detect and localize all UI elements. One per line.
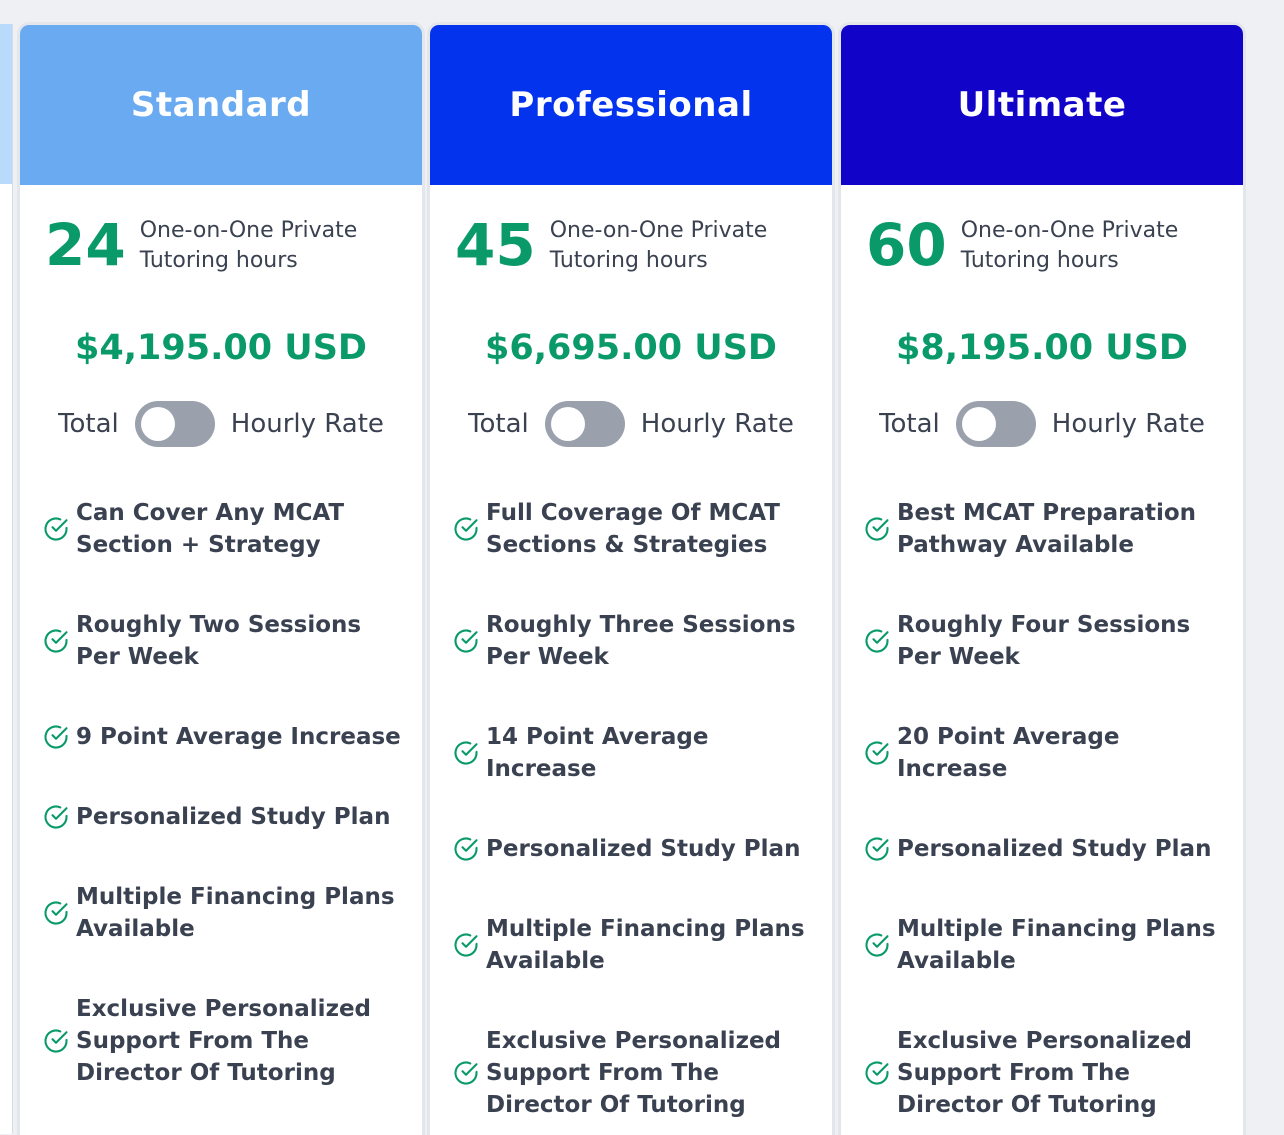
plan-price: $4,195.00 USD (75, 328, 367, 368)
previous-plan-card-edge (0, 24, 13, 1134)
feature-item: Roughly Four Sessions Per Week (863, 609, 1233, 673)
plan-title: Ultimate (957, 85, 1127, 125)
plan-title: Professional (509, 85, 753, 125)
feature-text: 9 Point Average Increase (76, 724, 401, 750)
feature-item: Personalized Study Plan (863, 833, 1233, 865)
toggle-knob (140, 407, 175, 441)
check-circle-icon (865, 517, 889, 541)
check-circle-icon (454, 517, 478, 541)
feature-text: Exclusive Personalized Support From The … (76, 996, 372, 1086)
check-circle-icon (865, 837, 889, 861)
feature-item: Multiple Financing Plans Available (42, 881, 412, 945)
price-mode-toggle-row: Total Hourly Rate (430, 401, 832, 447)
toggle-knob (961, 407, 996, 441)
previous-plan-header-edge (0, 24, 12, 184)
check-circle-icon (44, 901, 68, 925)
feature-item: Exclusive Personalized Support From The … (863, 1025, 1233, 1121)
feature-item: Multiple Financing Plans Available (452, 913, 822, 977)
feature-item: Can Cover Any MCAT Section + Strategy (42, 497, 412, 561)
check-circle-icon (44, 1029, 68, 1053)
feature-text: Personalized Study Plan (76, 804, 391, 830)
toggle-knob (550, 407, 585, 441)
toggle-label-total: Total (58, 409, 119, 439)
feature-text: Exclusive Personalized Support From The … (897, 1028, 1193, 1118)
feature-item: Multiple Financing Plans Available (863, 913, 1233, 977)
hours-count: 45 (455, 211, 536, 279)
hours-label: One-on-One Private Tutoring hours (139, 218, 358, 273)
feature-item: 14 Point Average Increase (452, 721, 822, 785)
feature-text: Multiple Financing Plans Available (486, 916, 805, 974)
check-circle-icon (44, 629, 68, 653)
feature-item: Personalized Study Plan (452, 833, 822, 865)
plan-header: Standard (20, 25, 422, 185)
toggle-label-total: Total (468, 409, 529, 439)
hours-count: 24 (45, 211, 126, 279)
feature-text: Multiple Financing Plans Available (897, 916, 1216, 974)
feature-item: Exclusive Personalized Support From The … (42, 993, 412, 1089)
feature-list: Best MCAT Preparation Pathway Available R… (863, 497, 1233, 1135)
feature-text: Personalized Study Plan (897, 836, 1212, 862)
tutoring-hours: 24 One-on-One Private Tutoring hours (45, 214, 380, 276)
feature-text: Full Coverage Of MCAT Sections & Strateg… (486, 500, 780, 558)
hours-label: One-on-One Private Tutoring hours (960, 218, 1179, 273)
plan-card-ultimate: Ultimate 60 One-on-One Private Tutoring ho… (841, 25, 1243, 1135)
feature-item: 20 Point Average Increase (863, 721, 1233, 785)
check-circle-icon (44, 725, 68, 749)
check-circle-icon (865, 1061, 889, 1085)
check-circle-icon (865, 629, 889, 653)
feature-text: Can Cover Any MCAT Section + Strategy (76, 500, 345, 558)
feature-text: Roughly Four Sessions Per Week (897, 612, 1191, 670)
hours-count: 60 (866, 211, 947, 279)
feature-text: Roughly Three Sessions Per Week (486, 612, 796, 670)
price-mode-toggle[interactable] (955, 401, 1036, 447)
check-circle-icon (454, 629, 478, 653)
plan-header: Ultimate (841, 25, 1243, 185)
toggle-label-hourly-rate: Hourly Rate (640, 409, 794, 439)
tutoring-hours: 60 One-on-One Private Tutoring hours (866, 214, 1201, 276)
toggle-label-total: Total (879, 409, 940, 439)
check-circle-icon (865, 741, 889, 765)
feature-text: Best MCAT Preparation Pathway Available (897, 500, 1196, 558)
feature-item: Exclusive Personalized Support From The … (452, 1025, 822, 1121)
feature-text: Multiple Financing Plans Available (76, 884, 395, 942)
feature-text: 14 Point Average Increase (486, 724, 709, 782)
toggle-label-hourly-rate: Hourly Rate (1051, 409, 1205, 439)
feature-text: Personalized Study Plan (486, 836, 801, 862)
feature-item: Best MCAT Preparation Pathway Available (863, 497, 1233, 561)
check-circle-icon (454, 933, 478, 957)
feature-item: Roughly Three Sessions Per Week (452, 609, 822, 673)
check-circle-icon (454, 741, 478, 765)
price-mode-toggle[interactable] (134, 401, 215, 447)
check-circle-icon (454, 1061, 478, 1085)
plan-header: Professional (430, 25, 832, 185)
feature-list: Can Cover Any MCAT Section + Strategy Rou… (42, 497, 412, 1135)
feature-text: 20 Point Average Increase (897, 724, 1120, 782)
price-mode-toggle-row: Total Hourly Rate (841, 401, 1243, 447)
tutoring-hours: 45 One-on-One Private Tutoring hours (455, 214, 790, 276)
feature-item: Full Coverage Of MCAT Sections & Strateg… (452, 497, 822, 561)
feature-item: Roughly Two Sessions Per Week (42, 609, 412, 673)
check-circle-icon (44, 517, 68, 541)
plan-title: Standard (130, 85, 312, 125)
plan-price: $8,195.00 USD (896, 328, 1188, 368)
pricing-plans: Standard 24 One-on-One Private Tutoring ho… (20, 25, 1244, 1135)
toggle-label-hourly-rate: Hourly Rate (230, 409, 384, 439)
price-mode-toggle-row: Total Hourly Rate (20, 401, 422, 447)
check-circle-icon (44, 805, 68, 829)
plan-card-standard: Standard 24 One-on-One Private Tutoring ho… (20, 25, 422, 1135)
price-mode-toggle[interactable] (544, 401, 625, 447)
feature-list: Full Coverage Of MCAT Sections & Strateg… (452, 497, 822, 1135)
feature-item: 9 Point Average Increase (42, 721, 412, 753)
hours-label: One-on-One Private Tutoring hours (549, 218, 768, 273)
plan-card-professional: Professional 45 One-on-One Private Tutorin… (430, 25, 832, 1135)
feature-text: Roughly Two Sessions Per Week (76, 612, 362, 670)
plan-price: $6,695.00 USD (485, 328, 777, 368)
feature-text: Exclusive Personalized Support From The … (486, 1028, 782, 1118)
check-circle-icon (865, 933, 889, 957)
feature-item: Personalized Study Plan (42, 801, 412, 833)
check-circle-icon (454, 837, 478, 861)
